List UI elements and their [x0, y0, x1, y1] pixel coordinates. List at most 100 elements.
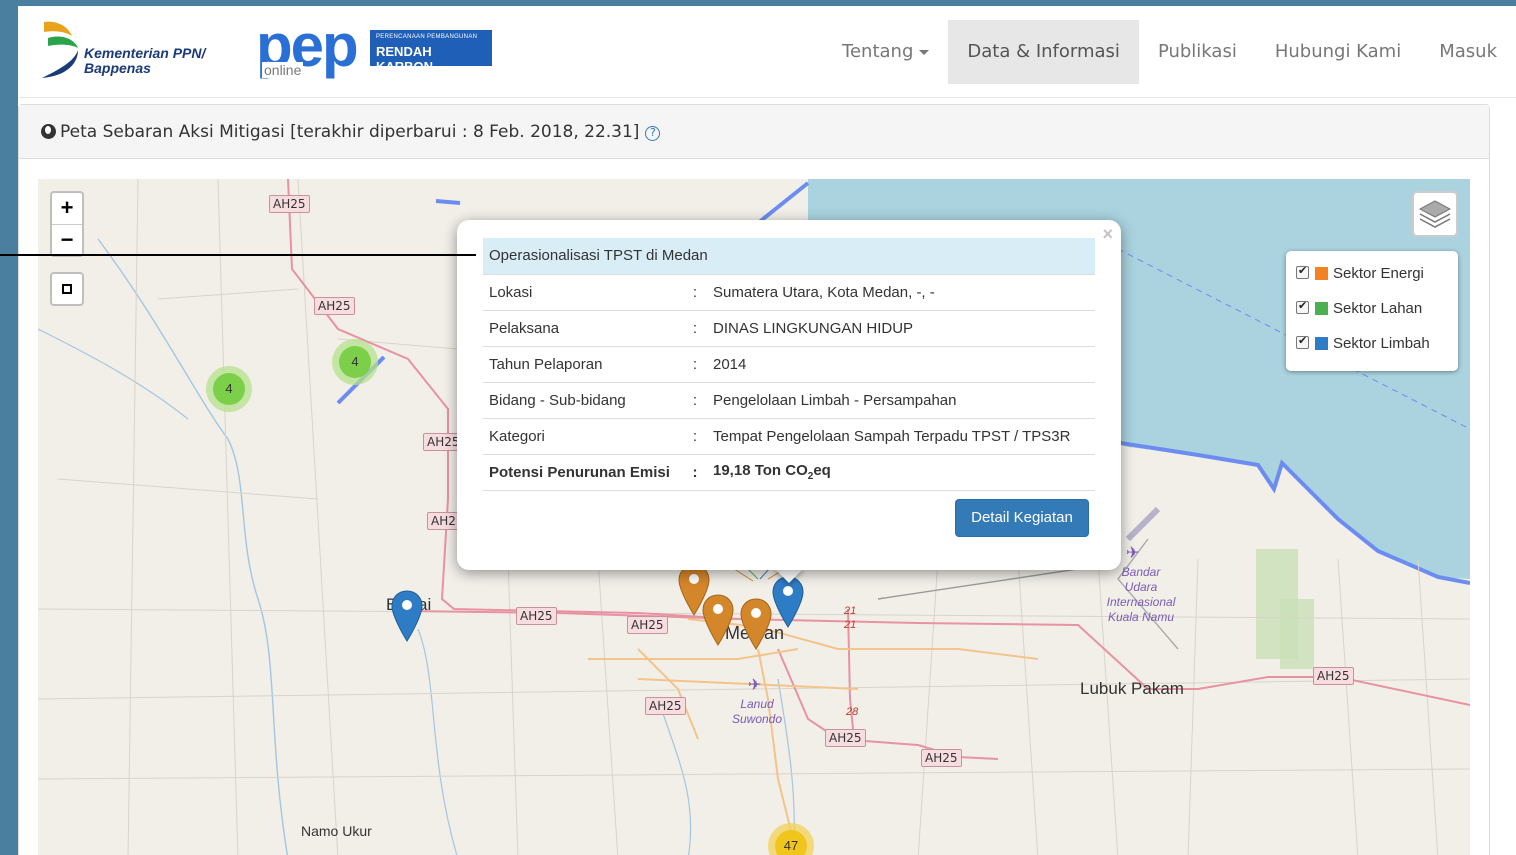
nav-masuk[interactable]: Masuk: [1420, 20, 1516, 84]
fullscreen-icon: [62, 284, 72, 294]
airport-icon: ✈: [1126, 545, 1140, 562]
cluster-count: 47: [775, 830, 807, 855]
panel-heading: Peta Sebaran Aksi Mitigasi [terakhir dip…: [19, 105, 1489, 159]
nav-tentang-label: Tentang: [842, 41, 914, 62]
route-21-label: 21: [844, 605, 857, 617]
route-28-label: 28: [846, 706, 859, 718]
checkbox-energi[interactable]: [1296, 264, 1309, 279]
checkbox-lahan[interactable]: [1296, 299, 1309, 314]
popup-row-bidang: Bidang - Sub-bidang: Pengelolaan Limbah -…: [483, 381, 1095, 418]
info-popup: × Operasionalisasi TPST di Medan Lokasi:…: [457, 220, 1121, 570]
row-value: Sumatera Utara, Kota Medan, -, -: [707, 273, 1095, 310]
pep-online: online: [262, 62, 304, 78]
legend-row-limbah[interactable]: Sektor Limbah: [1296, 334, 1448, 370]
detail-kegiatan-button[interactable]: Detail Kegiatan: [955, 499, 1089, 537]
airport-label-line: Internasional: [1106, 595, 1176, 609]
marker-cluster[interactable]: 4: [332, 339, 378, 385]
caret-down-icon: [919, 49, 930, 55]
airport-label-line: Kuala Namu: [1107, 610, 1175, 624]
nav-publikasi[interactable]: Publikasi: [1139, 20, 1256, 84]
row-sep: :: [683, 273, 707, 310]
road-shield-ah25: AH25: [314, 297, 355, 315]
legend-row-energi[interactable]: Sektor Energi: [1296, 264, 1448, 300]
emisi-value-prefix: 19,18 Ton CO: [713, 462, 808, 479]
nav-hubungi-kami[interactable]: Hubungi Kami: [1256, 20, 1420, 84]
cluster-count: 4: [339, 346, 371, 378]
row-label: Pelaksana: [483, 309, 683, 346]
popup-close-icon[interactable]: ×: [1102, 224, 1113, 245]
row-label: Bidang - Sub-bidang: [483, 381, 683, 418]
pep-box-small: PERENCANAAN PEMBANGUNAN: [376, 34, 478, 40]
layers-button[interactable]: [1412, 191, 1458, 237]
row-sep: :: [683, 417, 707, 454]
road-shield-ah25: AH25: [825, 729, 866, 747]
panel-title: Peta Sebaran Aksi Mitigasi [terakhir dip…: [60, 122, 640, 142]
marker-cluster[interactable]: 4: [206, 366, 252, 412]
legend-label-limbah: Sektor Limbah: [1333, 335, 1430, 352]
row-sep: :: [683, 309, 707, 346]
map-pin-limbah[interactable]: [390, 589, 424, 643]
pep-box-big: RENDAH KARBON: [376, 44, 434, 74]
swatch-limbah: [1315, 337, 1328, 350]
lubuk-pakam-label: Lubuk Pakam: [1080, 679, 1184, 698]
row-sep: :: [683, 381, 707, 418]
bappenas-logo-icon: [42, 21, 78, 78]
airbase-icon: ✈: [748, 677, 762, 694]
main-nav: Tentang Data & Informasi Publikasi Hubun…: [823, 20, 1516, 84]
emisi-label: Potensi Penurunan Emisi: [483, 453, 683, 491]
map-pin-energi[interactable]: [739, 597, 773, 651]
map-pin-limbah-selected[interactable]: [771, 575, 805, 629]
row-value: Tempat Pengelolaan Sampah Terpadu TPST /…: [707, 417, 1095, 454]
pep-logo[interactable]: pep online PERENCANAAN PEMBANGUNAN RENDA…: [256, 16, 496, 82]
navbar: Kementerian PPN/ Bappenas pep online PER…: [18, 6, 1516, 98]
swatch-lahan: [1315, 302, 1328, 315]
help-icon[interactable]: ?: [645, 126, 661, 141]
nav-data-informasi[interactable]: Data & Informasi: [948, 20, 1139, 84]
legend-label-energi: Sektor Energi: [1333, 265, 1424, 282]
nav-tentang[interactable]: Tentang: [823, 20, 948, 84]
road-shield-ah25: AH25: [645, 697, 686, 715]
road-shield-ah2: AH2: [427, 512, 460, 530]
road-shield-ah25: AH25: [516, 607, 557, 625]
road-shield-ah25: AH25: [627, 616, 668, 634]
kementerian-logo[interactable]: Kementerian PPN/ Bappenas: [38, 18, 238, 82]
page: Kementerian PPN/ Bappenas pep online PER…: [18, 6, 1516, 855]
swatch-energi: [1315, 267, 1328, 280]
map-canvas[interactable]: AH25 AH25 AH25 AH2 AH25 AH25 AH25 AH25 A…: [38, 179, 1470, 855]
kementerian-line1: Kementerian PPN/: [84, 45, 206, 61]
layers-icon: [1418, 200, 1452, 228]
row-value: Pengelolaan Limbah - Persampahan: [707, 381, 1095, 418]
airport-label-line: Udara: [1124, 580, 1158, 594]
fullscreen-button[interactable]: [50, 272, 84, 306]
popup-row-emisi: Potensi Penurunan Emisi:19,18 Ton CO2eq: [483, 453, 1095, 491]
legend-label-lahan: Sektor Lahan: [1333, 300, 1423, 317]
road-shield-ah25: AH25: [921, 749, 962, 767]
row-sep: :: [683, 345, 707, 382]
zoom-out-button[interactable]: −: [52, 224, 82, 255]
popup-table: Operasionalisasi TPST di Medan Lokasi: Su…: [483, 238, 1095, 491]
popup-row-tahun: Tahun Pelaporan:2014: [483, 345, 1095, 382]
lanud-label-line: Suwondo: [731, 712, 783, 726]
cluster-count: 4: [213, 373, 245, 405]
lanud-label-line: Lanud: [740, 697, 774, 711]
row-label: Kategori: [483, 417, 683, 454]
emisi-value: 19,18 Ton CO2eq: [707, 453, 1095, 491]
airport-label: Bandar Udara Internasional Kuala Namu: [1096, 565, 1186, 625]
row-label: Tahun Pelaporan: [483, 345, 683, 382]
namo-ukur-label: Namo Ukur: [301, 823, 372, 839]
row-value: 2014: [707, 345, 1095, 382]
annotation-line: [0, 254, 476, 256]
road-shield-ah25: AH25: [1313, 667, 1354, 685]
popup-row-kategori: Kategori: Tempat Pengelolaan Sampah Terpa…: [483, 417, 1095, 454]
row-value: DINAS LINGKUNGAN HIDUP: [707, 309, 1095, 346]
checkbox-limbah[interactable]: [1296, 334, 1309, 349]
map-pin-energi[interactable]: [701, 593, 735, 647]
row-label: Lokasi: [483, 273, 683, 310]
layer-legend: Sektor Energi Sektor Lahan Sektor Limbah: [1286, 251, 1458, 371]
globe-icon: [41, 124, 56, 139]
pep-box: PERENCANAAN PEMBANGUNAN RENDAH KARBON: [370, 30, 492, 74]
road-shield-ah25: AH25: [269, 195, 310, 213]
legend-row-lahan[interactable]: Sektor Lahan: [1296, 299, 1448, 335]
zoom-in-button[interactable]: +: [52, 193, 82, 224]
lanud-label: Lanud Suwondo: [722, 697, 792, 727]
